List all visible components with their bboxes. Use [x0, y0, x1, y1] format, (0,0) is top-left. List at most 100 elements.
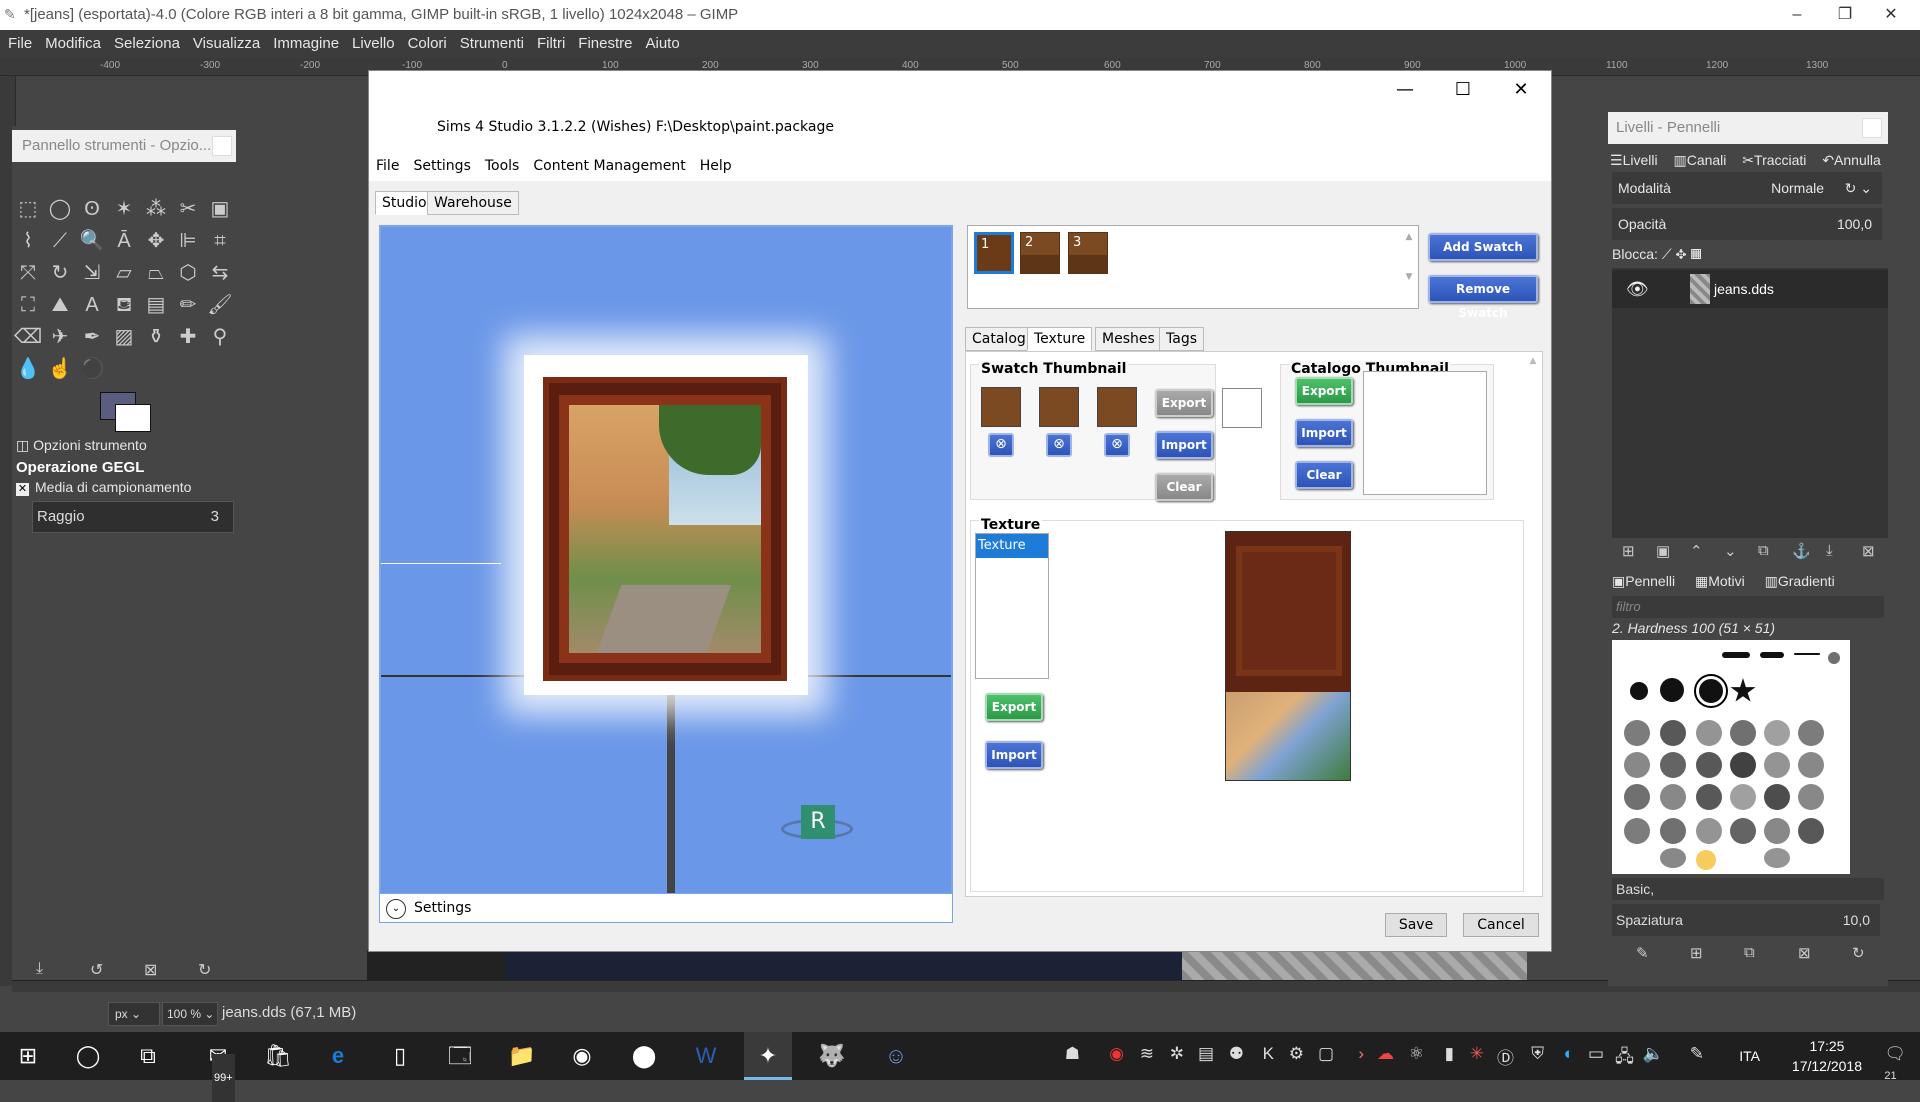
- gradient-icon[interactable]: ▤: [142, 291, 170, 319]
- tray-app-icon[interactable]: ✲: [1170, 1044, 1184, 1064]
- add-swatch-button[interactable]: Add Swatch: [1428, 233, 1538, 261]
- smudge-icon[interactable]: ☝: [46, 355, 74, 383]
- document-icon[interactable]: ▯: [376, 1032, 424, 1080]
- brush-item[interactable]: [1730, 818, 1756, 844]
- clone-icon[interactable]: ⚱: [142, 323, 170, 351]
- task-view-icon[interactable]: ⧉: [124, 1032, 172, 1080]
- swatch-export-button[interactable]: Export: [1155, 389, 1213, 417]
- brush-item[interactable]: [1660, 720, 1686, 746]
- cancel-button[interactable]: Cancel: [1463, 913, 1539, 937]
- brush-item[interactable]: [1624, 818, 1650, 844]
- steam-icon[interactable]: ⚛: [1409, 1044, 1424, 1064]
- tab-texture[interactable]: Texture: [1027, 327, 1093, 351]
- tray-app-icon[interactable]: ⚙: [1289, 1044, 1304, 1064]
- menu-visualizza[interactable]: Visualizza: [185, 30, 265, 58]
- mypaint-brush-icon[interactable]: ▨: [110, 323, 138, 351]
- gamepad-icon[interactable]: ⚉: [1229, 1044, 1244, 1064]
- refresh-brushes-icon[interactable]: ↻: [1852, 944, 1865, 962]
- windows-start-icon[interactable]: ⊞: [4, 1032, 52, 1080]
- ink-icon[interactable]: ✒: [78, 323, 106, 351]
- menu-seleziona[interactable]: Seleziona: [106, 30, 185, 58]
- remove-thumb-icon[interactable]: ⊗: [988, 433, 1014, 457]
- edge-icon[interactable]: e: [314, 1032, 362, 1080]
- gimp-taskbar-icon[interactable]: 🐺: [808, 1032, 856, 1080]
- tray-app-icon[interactable]: ◐: [1564, 1044, 1574, 1064]
- new-brush-icon[interactable]: ⊞: [1690, 944, 1703, 962]
- brush-item[interactable]: [1764, 720, 1790, 746]
- mode-reset-icon[interactable]: ↻ ⌄: [1845, 172, 1872, 204]
- brush-item[interactable]: [1660, 848, 1686, 868]
- catalog-import-button[interactable]: Import: [1295, 419, 1353, 447]
- crop-icon[interactable]: ⌗: [206, 227, 234, 255]
- swatch-thumb[interactable]: [1039, 387, 1079, 427]
- menu-livello[interactable]: Livello: [344, 30, 400, 58]
- brush-item[interactable]: [1730, 678, 1756, 702]
- background-color-swatch[interactable]: [115, 404, 151, 432]
- brush-item[interactable]: [1730, 752, 1756, 778]
- brush-item[interactable]: [1730, 720, 1756, 746]
- new-layer-icon[interactable]: ⊞: [1622, 542, 1635, 560]
- pen-icon[interactable]: ✎: [1690, 1044, 1704, 1064]
- store-icon[interactable]: 🛍: [254, 1032, 302, 1080]
- tab-annulla[interactable]: ↶Annulla: [1822, 152, 1886, 168]
- chat-icon[interactable]: ▭: [1588, 1044, 1604, 1064]
- edit-brush-icon[interactable]: ✎: [1636, 944, 1649, 962]
- tab-warehouse[interactable]: Warehouse: [427, 191, 519, 215]
- raise-layer-icon[interactable]: ⌃: [1690, 542, 1703, 560]
- chrome-icon[interactable]: ◉: [558, 1032, 606, 1080]
- rotate-icon[interactable]: ↻: [46, 259, 74, 287]
- id-icon[interactable]: Ⓓ: [1497, 1044, 1514, 1069]
- texture-export-button[interactable]: Export: [985, 693, 1043, 721]
- warp-icon[interactable]: ⛰: [46, 291, 74, 319]
- menu-filtri[interactable]: Filtri: [529, 30, 570, 58]
- swatch-thumb[interactable]: [981, 387, 1021, 427]
- menu-strumenti[interactable]: Strumenti: [452, 30, 529, 58]
- ellipse-select-icon[interactable]: ◯: [46, 195, 74, 223]
- brush-item[interactable]: [1696, 818, 1722, 844]
- zoom-select[interactable]: 100 % ⌄: [162, 1002, 218, 1026]
- tool-options-tab[interactable]: ◫ Opzioni strumento: [16, 437, 147, 454]
- lasso-icon[interactable]: ʘ: [78, 195, 106, 223]
- opacity-row[interactable]: Opacità 100,0: [1612, 208, 1882, 240]
- texture-list[interactable]: Texture: [975, 533, 1049, 679]
- menu-file[interactable]: File: [0, 30, 37, 58]
- paths-icon[interactable]: ⌇: [14, 227, 42, 255]
- tray-app-icon[interactable]: ▢: [1318, 1044, 1334, 1064]
- brush-item[interactable]: [1794, 653, 1820, 655]
- s4s-menu-settings[interactable]: Settings: [406, 155, 477, 177]
- catalog-clear-button[interactable]: Clear: [1295, 461, 1353, 489]
- lock-pixels-icon[interactable]: ⟋: [1662, 246, 1676, 262]
- github-icon[interactable]: ⬤: [620, 1032, 668, 1080]
- brush-item[interactable]: [1624, 784, 1650, 810]
- brush-item[interactable]: [1798, 818, 1824, 844]
- text-icon[interactable]: A: [78, 291, 106, 319]
- restore-icon[interactable]: ❐: [1822, 0, 1868, 30]
- measure-icon[interactable]: Ā: [110, 227, 138, 255]
- lock-position-icon[interactable]: ✥: [1676, 246, 1691, 262]
- cortana-search-icon[interactable]: ◯: [64, 1032, 112, 1080]
- tab-pennelli[interactable]: ▣Pennelli: [1612, 573, 1683, 589]
- texture-import-button[interactable]: Import: [985, 741, 1043, 769]
- tray-app-icon[interactable]: ✳: [1470, 1044, 1484, 1064]
- network-icon[interactable]: 🖧: [1615, 1044, 1634, 1073]
- menu-colori[interactable]: Colori: [400, 30, 452, 58]
- delete-brush-icon[interactable]: ⊠: [1798, 944, 1811, 962]
- new-group-icon[interactable]: ▣: [1656, 542, 1670, 560]
- 3d-preview-viewport[interactable]: R: [379, 225, 953, 897]
- dock-close-icon[interactable]: [1862, 118, 1882, 138]
- brush-item[interactable]: [1624, 720, 1650, 746]
- swatch-item[interactable]: 2: [1020, 232, 1060, 274]
- swatch-item[interactable]: 3: [1068, 232, 1108, 274]
- airbrush-icon[interactable]: ✈: [46, 323, 74, 351]
- mode-row[interactable]: Modalità Normale ↻ ⌄: [1612, 172, 1882, 204]
- shield-icon[interactable]: ⛨: [1531, 1044, 1544, 1064]
- anchor-icon[interactable]: ⚓: [1792, 542, 1811, 560]
- layer-list[interactable]: [1612, 268, 1888, 538]
- s4s-menu-content-management[interactable]: Content Management: [526, 155, 692, 177]
- duplicate-layer-icon[interactable]: ⧉: [1758, 542, 1769, 559]
- duplicate-brush-icon[interactable]: ⧉: [1744, 944, 1755, 961]
- brush-item[interactable]: [1630, 682, 1648, 700]
- file-explorer-icon[interactable]: 📁: [498, 1032, 546, 1080]
- menu-immagine[interactable]: Immagine: [265, 30, 344, 58]
- align-icon[interactable]: ⊫: [174, 227, 202, 255]
